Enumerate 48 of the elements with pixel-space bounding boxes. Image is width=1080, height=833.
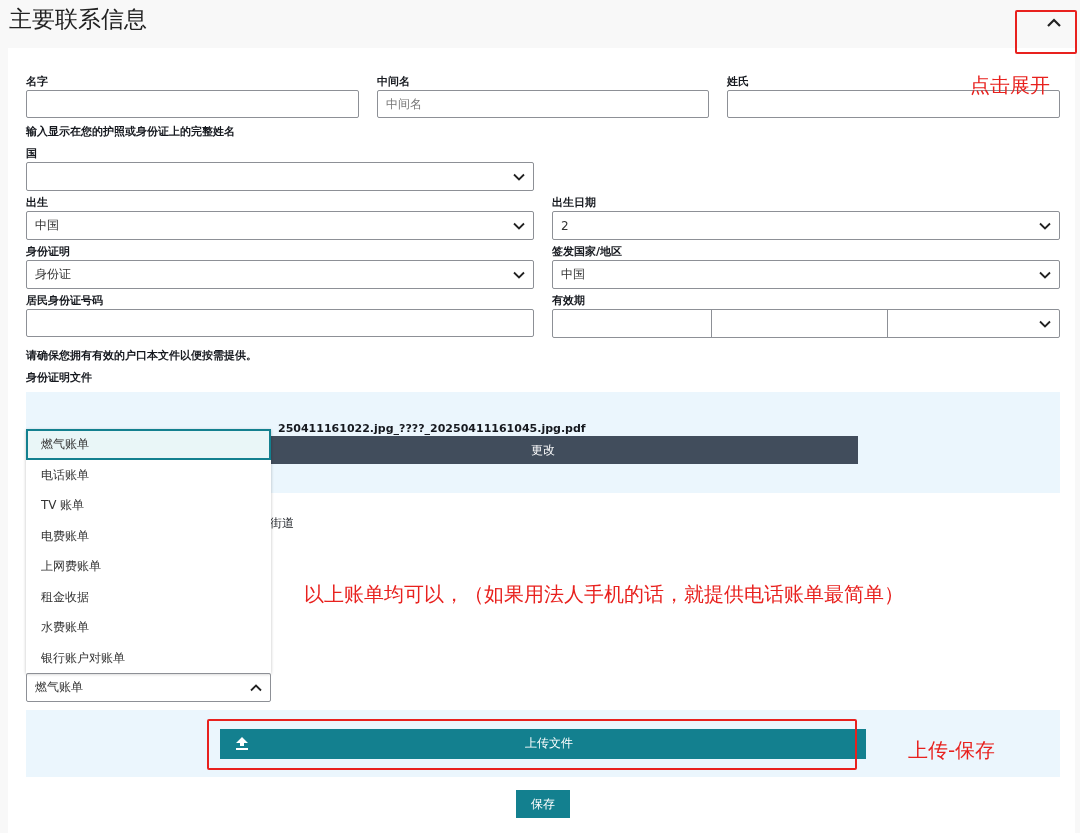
field-label: 中间名 [376,74,410,90]
chevron-icon [513,221,525,230]
field-label: 居民身份证号码 [26,293,103,309]
highlight-frame [1015,10,1077,54]
field-label: 有效期 [552,293,585,309]
address-text: 街道 [270,516,294,530]
select-field[interactable]: 中国 [552,260,1060,289]
annotation-text: 上传-保存 [908,737,996,764]
hint-text: 输入显示在您的护照或身份证上的完整姓名 [26,124,235,140]
chevron-icon [513,172,525,181]
field-label: 国 [26,146,37,162]
annotation-text: 以上账单均可以，（如果用法人手机的话，就提供电话账单最简单） [304,581,904,608]
dropdown-option[interactable]: 租金收据 [26,581,271,612]
select-field[interactable] [26,162,534,191]
chevron-icon [1046,18,1062,28]
field-label: 姓氏 [727,74,750,90]
dropdown-option[interactable]: 银行账户对账单 [26,642,271,673]
dropdown-option[interactable]: 水费账单 [26,612,271,643]
select-field[interactable]: 身份证 [26,260,534,289]
dropdown-option[interactable]: 燃气账单 [26,429,271,460]
dropdown-option[interactable]: TV 账单 [26,490,271,521]
file-name: 250411161022.jpg_????_20250411161045.jpg.pdf [278,422,586,436]
upload-button[interactable]: 上传文件 [220,728,866,759]
date-select-field[interactable] [552,309,1060,338]
field-label: 出生日期 [552,195,596,211]
select-field[interactable]: 中国 [26,211,534,240]
save-button[interactable]: 保存 [516,790,570,818]
select-field[interactable]: 燃气账单 [26,673,271,702]
chevron-icon [1039,270,1051,279]
chevron-icon [250,683,262,692]
dropdown-option[interactable]: 电费账单 [26,520,271,551]
select-field[interactable]: 2 [552,211,1060,240]
field-label: 名字 [26,74,48,90]
note-text: 请确保您拥有有效的户口本文件以便按需提供。 [26,348,257,364]
dropdown-option[interactable]: 上网费账单 [26,551,271,582]
chevron-icon [1039,221,1051,230]
field-label: 身份证明 [26,244,70,260]
field-label: 签发国家/地区 [552,244,623,260]
chevron-icon [1039,319,1051,328]
input-field[interactable]: 中间名 [376,90,710,118]
section-title: 主要联系信息 [9,5,147,34]
field-label: 身份证明文件 [26,370,92,386]
upload-icon [236,737,248,750]
input-field[interactable] [26,309,534,337]
input-field[interactable] [26,90,359,118]
field-label: 出生 [26,195,48,211]
chevron-icon [513,270,525,279]
annotation-text: 点击展开 [970,72,1050,99]
